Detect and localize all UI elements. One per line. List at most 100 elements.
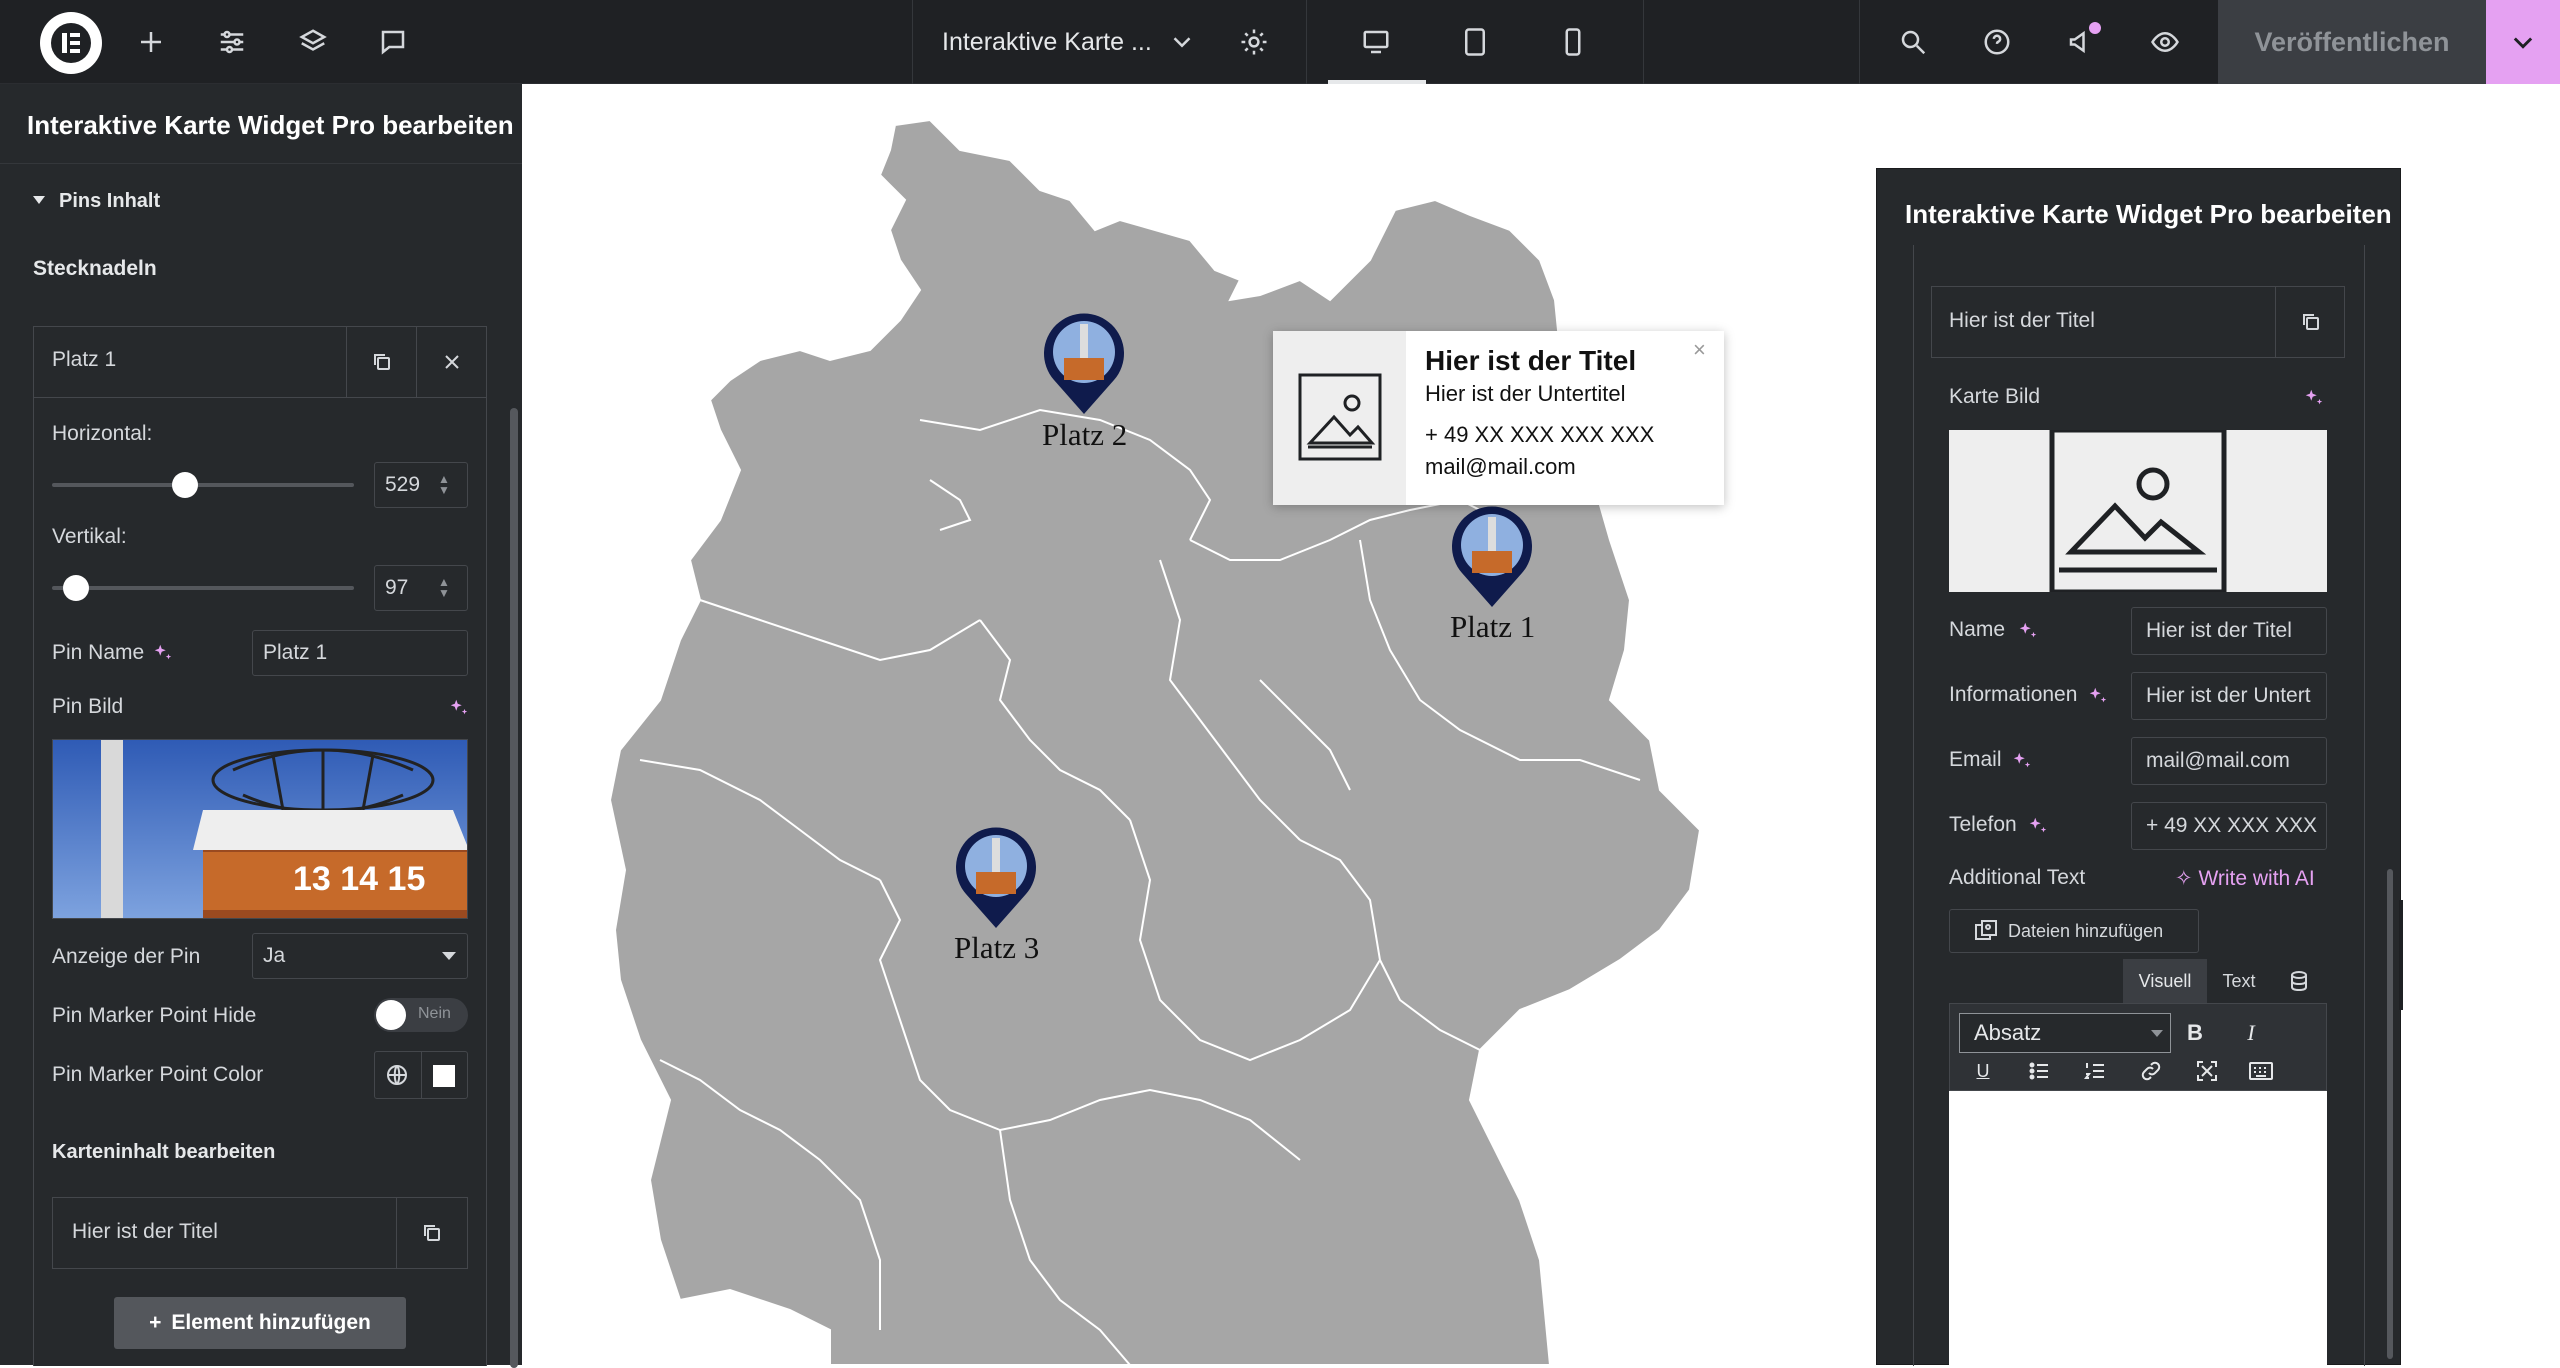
pin-label[interactable]: Platz 2	[1042, 417, 1127, 453]
color-swatch[interactable]	[433, 1065, 455, 1087]
italic-button[interactable]: I	[2233, 1015, 2269, 1051]
pin-label[interactable]: Platz 3	[954, 930, 1039, 966]
pin-name-input[interactable]: Platz 1	[252, 630, 468, 676]
publish-options-chevron-icon[interactable]	[2486, 0, 2560, 84]
add-element-button[interactable]: + Element hinzufügen	[114, 1297, 406, 1349]
right-editor-panel: Interaktive Karte Widget Pro bearbeiten …	[1876, 168, 2401, 1366]
add-files-button[interactable]: Dateien hinzufügen	[1949, 909, 2199, 953]
search-icon[interactable]	[1889, 18, 1937, 66]
chevron-down-icon[interactable]	[1158, 18, 1206, 66]
map-pin-marker[interactable]	[1448, 503, 1536, 614]
write-with-ai-button[interactable]: ✧ Write with AI	[2175, 866, 2315, 891]
number-spinner-icon[interactable]: ▲ ▼	[438, 473, 450, 496]
horizontal-slider[interactable]	[52, 483, 354, 487]
ai-sparkle-icon[interactable]	[2027, 815, 2049, 842]
popup-title: Hier ist der Titel	[1425, 345, 1637, 376]
map-pin-marker[interactable]	[1040, 310, 1128, 421]
email-value: mail@mail.com	[2146, 749, 2290, 772]
map-pin-marker[interactable]	[952, 824, 1040, 935]
format-select[interactable]: Absatz	[1959, 1013, 2171, 1053]
name-input[interactable]: Hier ist der Titel	[2131, 607, 2327, 655]
site-settings-icon[interactable]	[208, 18, 256, 66]
tab-visual[interactable]: Visuell	[2123, 959, 2207, 1003]
vertical-value: 97	[385, 576, 409, 599]
panel-title: Interaktive Karte Widget Pro bearbeiten	[27, 110, 514, 140]
tablet-view-icon[interactable]	[1451, 18, 1499, 66]
phone-input[interactable]: + 49 XX XXX XXX	[2131, 802, 2327, 850]
email-input[interactable]: mail@mail.com	[2131, 737, 2327, 785]
popup-close-icon[interactable]: ×	[1693, 337, 1706, 363]
tab-text[interactable]: Text	[2207, 959, 2271, 1003]
marker-hide-label: Pin Marker Point Hide	[52, 1004, 257, 1027]
vertical-number-input[interactable]: 97	[374, 565, 468, 611]
pin-display-select[interactable]: Ja	[252, 933, 468, 979]
dynamic-tags-icon[interactable]	[2271, 959, 2327, 1003]
marker-hide-toggle[interactable]: Nein	[374, 998, 468, 1032]
ai-sparkle-icon[interactable]	[448, 697, 470, 724]
duplicate-icon[interactable]	[2299, 310, 2323, 339]
help-icon[interactable]	[1973, 18, 2021, 66]
ai-sparkle-icon[interactable]	[2087, 685, 2109, 712]
preview-eye-icon[interactable]	[2141, 18, 2189, 66]
global-colors-icon[interactable]	[385, 1063, 409, 1092]
duplicate-icon[interactable]	[370, 350, 394, 379]
section-toggle-pins-inhalt[interactable]: Pins Inhalt	[59, 190, 160, 213]
ai-sparkle-icon[interactable]	[2303, 387, 2325, 414]
fullscreen-icon[interactable]	[2189, 1053, 2225, 1089]
phone-label: Telefon	[1949, 813, 2017, 836]
notifications-megaphone-icon[interactable]	[2057, 18, 2105, 66]
mobile-view-icon[interactable]	[1549, 18, 1597, 66]
repeater-item-title[interactable]: Platz 1	[52, 348, 116, 372]
phone-value: + 49 XX XXX XXX	[2146, 814, 2318, 837]
underline-button[interactable]: U	[1965, 1053, 2001, 1089]
vertical-slider-handle[interactable]	[63, 575, 90, 601]
horizontal-label: Horizontal:	[52, 422, 153, 445]
keyboard-icon[interactable]	[2243, 1053, 2279, 1089]
section-caret-icon[interactable]	[33, 196, 45, 204]
bullet-list-icon[interactable]	[2021, 1053, 2057, 1089]
right-repeater-item-title[interactable]: Hier ist der Titel	[1949, 309, 2095, 333]
elementor-logo-icon[interactable]	[40, 12, 102, 74]
remove-close-icon[interactable]	[440, 350, 464, 379]
horizontal-number-input[interactable]: 529	[374, 462, 468, 508]
pin-image-preview[interactable]: 13 14 15	[52, 739, 468, 919]
pin-info-popup: Hier ist der Titel Hier ist der Untertit…	[1273, 331, 1724, 505]
ai-sparkle-icon[interactable]	[152, 642, 174, 669]
card-image-placeholder[interactable]	[1949, 430, 2327, 592]
left-panel-scrollbar[interactable]	[510, 408, 518, 1368]
popup-image-placeholder	[1273, 331, 1406, 505]
marker-hide-toggle-text: Nein	[418, 1005, 451, 1022]
pin-image-numbers: 13 14 15	[293, 860, 426, 898]
popup-email: mail@mail.com	[1425, 454, 1576, 479]
publish-button[interactable]: Veröffentlichen	[2218, 0, 2486, 84]
info-input[interactable]: Hier ist der Untert	[2131, 672, 2327, 720]
bold-button[interactable]: B	[2177, 1015, 2213, 1051]
horizontal-value: 529	[385, 473, 421, 496]
horizontal-slider-handle[interactable]	[171, 472, 198, 498]
group-label: Stecknadeln	[33, 257, 157, 280]
duplicate-icon[interactable]	[420, 1221, 444, 1250]
add-icon[interactable]	[127, 18, 175, 66]
panel-resize-handle[interactable]	[2399, 900, 2403, 1010]
ai-sparkle-icon[interactable]	[2017, 620, 2039, 647]
pin-name-label: Pin Name	[52, 641, 145, 664]
vertical-slider[interactable]	[52, 586, 354, 590]
page-settings-gear-icon[interactable]	[1230, 18, 1278, 66]
ai-sparkle-icon[interactable]	[2011, 750, 2033, 777]
comments-icon[interactable]	[369, 18, 417, 66]
rich-text-editor-area[interactable]	[1949, 1091, 2327, 1366]
card-image-label: Karte Bild	[1949, 385, 2041, 408]
top-bar: Interaktive Karte ... Veröffentlichen	[0, 0, 2560, 84]
pin-display-label: Anzeige der Pin	[52, 945, 201, 968]
document-title[interactable]: Interaktive Karte ...	[942, 28, 1152, 57]
right-panel-scrollbar[interactable]	[2387, 869, 2393, 1359]
number-spinner-icon[interactable]: ▲ ▼	[438, 576, 450, 599]
numbered-list-icon[interactable]	[2077, 1053, 2113, 1089]
link-icon[interactable]	[2133, 1053, 2169, 1089]
popup-phone: + 49 XX XXX XXX XXX	[1425, 422, 1655, 447]
desktop-view-icon[interactable]	[1352, 18, 1400, 66]
map-content-item-title[interactable]: Hier ist der Titel	[72, 1220, 218, 1244]
pin-label[interactable]: Platz 1	[1450, 609, 1535, 645]
add-element-label: Element hinzufügen	[171, 1311, 371, 1334]
layers-icon[interactable]	[289, 18, 337, 66]
